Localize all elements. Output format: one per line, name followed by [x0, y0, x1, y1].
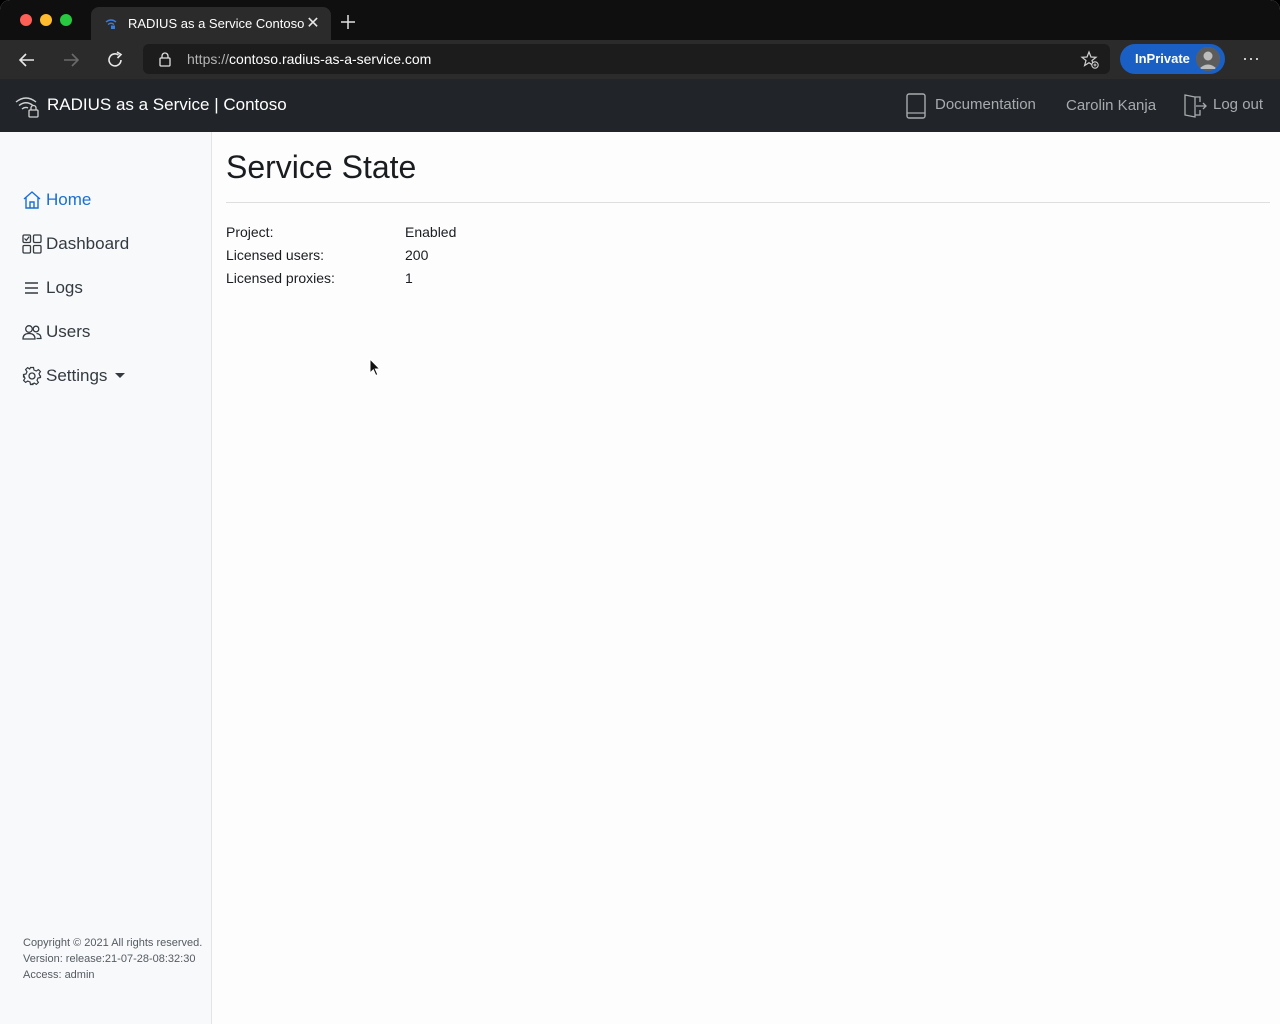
gear-icon [22, 366, 42, 386]
reload-icon[interactable] [104, 49, 126, 71]
browser-window: RADIUS as a Service Contoso ✕ https://co… [0, 0, 1280, 1024]
user-name[interactable]: Carolin Kanja [1066, 97, 1156, 114]
url-text[interactable]: https://contoso.radius-as-a-service.com [187, 51, 431, 67]
app-header: RADIUS as a Service | Contoso Documentat… [0, 79, 1280, 132]
url-scheme: https:// [187, 51, 230, 67]
dashboard-icon [22, 234, 42, 254]
row-label: Licensed proxies: [226, 270, 335, 286]
mouse-cursor-icon [369, 358, 381, 377]
main-content: Service State Project: Enabled Licensed … [212, 132, 1280, 1024]
browser-tab[interactable]: RADIUS as a Service Contoso ✕ [91, 7, 331, 40]
sidebar-item-label: Logs [46, 278, 83, 297]
divider [226, 202, 1270, 203]
row-label: Project: [226, 224, 274, 240]
address-bar[interactable]: https://contoso.radius-as-a-service.com [143, 44, 1110, 74]
list-icon [25, 282, 38, 294]
users-icon [22, 325, 42, 340]
url-host: contoso.radius-as-a-service.com [229, 51, 432, 67]
copyright-text: Copyright © 2021 All rights reserved. [23, 937, 203, 949]
minimize-window-button[interactable] [40, 14, 52, 26]
profile-avatar-icon [1196, 47, 1220, 71]
add-favorite-icon[interactable] [1080, 50, 1100, 70]
brand-title[interactable]: RADIUS as a Service | Contoso [47, 95, 287, 115]
browser-toolbar: https://contoso.radius-as-a-service.com … [0, 40, 1280, 79]
chevron-down-icon [115, 373, 125, 378]
version-text: Version: release:21-07-28-08:32:30 [23, 953, 196, 965]
sidebar-item-label: Settings [46, 366, 108, 385]
page-title: Service State [226, 149, 417, 185]
sidebar-item-label: Users [46, 322, 91, 341]
home-icon [23, 191, 41, 209]
tab-title: RADIUS as a Service Contoso [128, 16, 305, 31]
door-exit-icon [1184, 94, 1207, 118]
maximize-window-button[interactable] [60, 14, 72, 26]
wifi-lock-logo-icon [15, 97, 39, 118]
row-label: Licensed users: [226, 247, 325, 263]
logout-label: Log out [1213, 96, 1264, 113]
sidebar-item-label: Dashboard [46, 234, 130, 253]
sidebar: Home Dashboard Logs Users Settings Copyr… [0, 132, 212, 1024]
row-value: Enabled [405, 224, 457, 240]
book-icon [906, 93, 926, 119]
new-tab-icon[interactable] [339, 13, 357, 31]
favicon-icon [105, 19, 117, 29]
forward-icon[interactable] [60, 49, 82, 71]
inprivate-button[interactable]: InPrivate [1120, 44, 1225, 74]
documentation-label: Documentation [935, 96, 1036, 113]
inprivate-label: InPrivate [1135, 51, 1190, 66]
row-value: 200 [405, 247, 429, 263]
access-text: Access: admin [23, 969, 95, 981]
browser-tab-bar: RADIUS as a Service Contoso ✕ [0, 0, 1280, 40]
back-icon[interactable] [16, 49, 38, 71]
sidebar-item-label: Home [46, 190, 92, 209]
close-tab-icon[interactable]: ✕ [305, 16, 321, 32]
more-options-icon[interactable]: ··· [1240, 49, 1262, 71]
row-value: 1 [405, 270, 413, 286]
close-window-button[interactable] [20, 14, 32, 26]
lock-icon[interactable] [157, 51, 173, 67]
